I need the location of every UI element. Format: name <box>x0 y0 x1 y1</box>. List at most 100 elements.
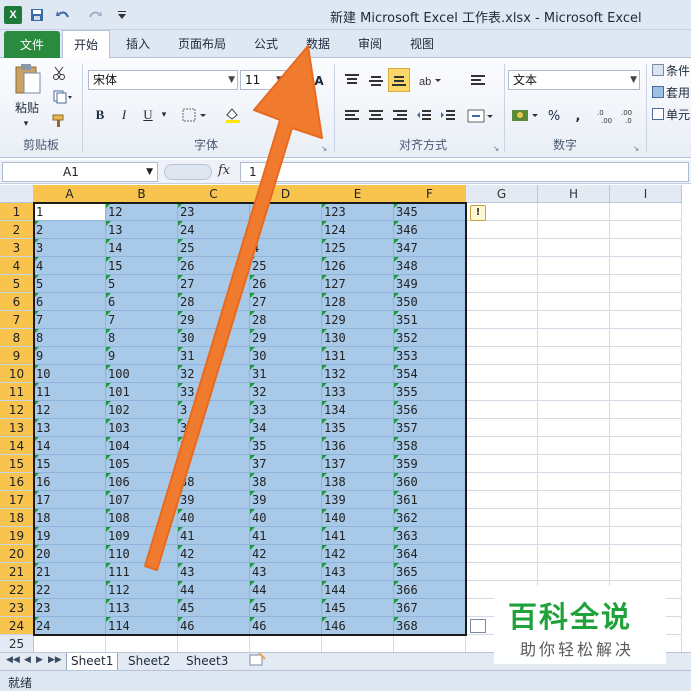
tab-view[interactable]: 视图 <box>402 30 442 58</box>
grid-cell[interactable]: 108 <box>106 509 178 527</box>
grid-cell[interactable] <box>610 365 682 383</box>
underline-button[interactable]: U <box>138 106 158 124</box>
grid-cell[interactable]: 6 <box>106 293 178 311</box>
grid-cell[interactable]: 124 <box>322 221 394 239</box>
grid-cell[interactable]: 38 <box>178 473 250 491</box>
percent-button[interactable]: % <box>544 106 564 126</box>
grid-cell[interactable] <box>466 437 538 455</box>
grid-cell[interactable]: 123 <box>322 203 394 221</box>
grid-cell[interactable]: 39 <box>250 491 322 509</box>
column-header-b[interactable]: B <box>106 185 178 203</box>
grid-cell[interactable] <box>34 635 106 652</box>
grid-cell[interactable]: 134 <box>322 401 394 419</box>
grid-cell[interactable] <box>610 383 682 401</box>
grid-cell[interactable] <box>466 509 538 527</box>
customize-quick-access-icon[interactable] <box>116 6 128 24</box>
column-header-e[interactable]: E <box>322 185 394 203</box>
italic-button[interactable]: I <box>114 106 134 124</box>
grid-cell[interactable] <box>538 527 610 545</box>
last-sheet-icon[interactable]: ▶▶ <box>48 655 62 665</box>
grid-cell[interactable]: 24 <box>178 221 250 239</box>
column-header-a[interactable]: A <box>34 185 106 203</box>
row-header[interactable]: 11 <box>0 383 34 401</box>
paste-button[interactable]: 粘贴 <box>8 98 46 116</box>
grid-cell[interactable]: 4 <box>250 239 322 257</box>
grid-cell[interactable] <box>178 635 250 652</box>
grid-cell[interactable]: 12 <box>34 401 106 419</box>
grid-cell[interactable]: 37 <box>250 455 322 473</box>
grid-cell[interactable]: 348 <box>394 257 466 275</box>
dialog-launcher-icon[interactable]: ↘ <box>490 142 502 154</box>
grid-cell[interactable] <box>538 257 610 275</box>
grid-cell[interactable] <box>538 419 610 437</box>
grid-cell[interactable] <box>466 473 538 491</box>
grid-cell[interactable] <box>106 635 178 652</box>
grid-cell[interactable]: 17 <box>34 491 106 509</box>
number-format-select[interactable]: 文本 ▼ <box>508 70 640 90</box>
grid-cell[interactable]: 41 <box>178 527 250 545</box>
grid-cell[interactable]: 10 <box>34 365 106 383</box>
tab-file[interactable]: 文件 <box>4 31 60 58</box>
grid-cell[interactable] <box>250 203 322 221</box>
row-header[interactable]: 15 <box>0 455 34 473</box>
column-header-i[interactable]: I <box>610 185 682 203</box>
grid-cell[interactable] <box>538 221 610 239</box>
grid-cell[interactable] <box>610 203 682 221</box>
row-header[interactable]: 13 <box>0 419 34 437</box>
grid-cell[interactable] <box>466 491 538 509</box>
error-warning-icon[interactable]: ! <box>470 205 486 221</box>
grid-cell[interactable]: 107 <box>106 491 178 509</box>
grid-cell[interactable]: 131 <box>322 347 394 365</box>
grid-cell[interactable]: 7 <box>178 455 250 473</box>
insert-sheet-icon[interactable] <box>244 652 272 670</box>
grid-cell[interactable]: 25 <box>250 257 322 275</box>
grid-cell[interactable]: 102 <box>106 401 178 419</box>
grid-cell[interactable] <box>538 239 610 257</box>
redo-icon[interactable] <box>82 6 108 24</box>
grid-cell[interactable]: 145 <box>322 599 394 617</box>
grid-cell[interactable]: 23 <box>34 599 106 617</box>
grid-cell[interactable]: 3 <box>34 239 106 257</box>
cut-icon[interactable] <box>50 64 68 82</box>
grid-cell[interactable] <box>466 365 538 383</box>
font-size-select[interactable]: 11 ▼ <box>240 70 286 90</box>
grid-cell[interactable] <box>538 563 610 581</box>
grid-cell[interactable]: 4 <box>34 257 106 275</box>
grid-cell[interactable] <box>466 563 538 581</box>
grid-cell[interactable]: 138 <box>322 473 394 491</box>
grow-font-icon[interactable]: A <box>308 72 330 90</box>
format-as-table-button[interactable]: 套用 <box>652 82 691 102</box>
grid-cell[interactable]: 31 <box>178 347 250 365</box>
grid-cell[interactable] <box>610 293 682 311</box>
grid-cell[interactable]: 143 <box>322 563 394 581</box>
grid-cell[interactable] <box>394 635 466 652</box>
cell-styles-button[interactable]: 单元 <box>652 104 691 124</box>
grid-cell[interactable] <box>538 347 610 365</box>
fill-color-icon[interactable] <box>222 106 252 124</box>
grid-cell[interactable]: 350 <box>394 293 466 311</box>
grid-cell[interactable] <box>610 401 682 419</box>
grid-cell[interactable]: 361 <box>394 491 466 509</box>
grid-cell[interactable]: 354 <box>394 365 466 383</box>
grid-cell[interactable] <box>538 293 610 311</box>
tab-page-layout[interactable]: 页面布局 <box>170 30 234 58</box>
grid-cell[interactable] <box>610 239 682 257</box>
grid-cell[interactable] <box>538 365 610 383</box>
grid-cell[interactable] <box>610 347 682 365</box>
save-icon[interactable] <box>28 6 46 24</box>
grid-cell[interactable] <box>538 203 610 221</box>
grid-cell[interactable]: 26 <box>178 257 250 275</box>
grid-cell[interactable]: 15 <box>106 257 178 275</box>
grid-cell[interactable] <box>538 311 610 329</box>
row-header[interactable]: 18 <box>0 509 34 527</box>
grid-cell[interactable]: 45 <box>178 599 250 617</box>
grid-cell[interactable]: 14 <box>106 239 178 257</box>
row-header[interactable]: 9 <box>0 347 34 365</box>
grid-cell[interactable]: 111 <box>106 563 178 581</box>
grid-cell[interactable]: 140 <box>322 509 394 527</box>
grid-cell[interactable]: 367 <box>394 599 466 617</box>
paste-dropdown-icon[interactable]: ▾ <box>18 118 34 130</box>
dialog-launcher-icon[interactable]: ↘ <box>630 142 642 154</box>
grid-cell[interactable]: 39 <box>178 491 250 509</box>
grid-cell[interactable]: 9 <box>106 347 178 365</box>
